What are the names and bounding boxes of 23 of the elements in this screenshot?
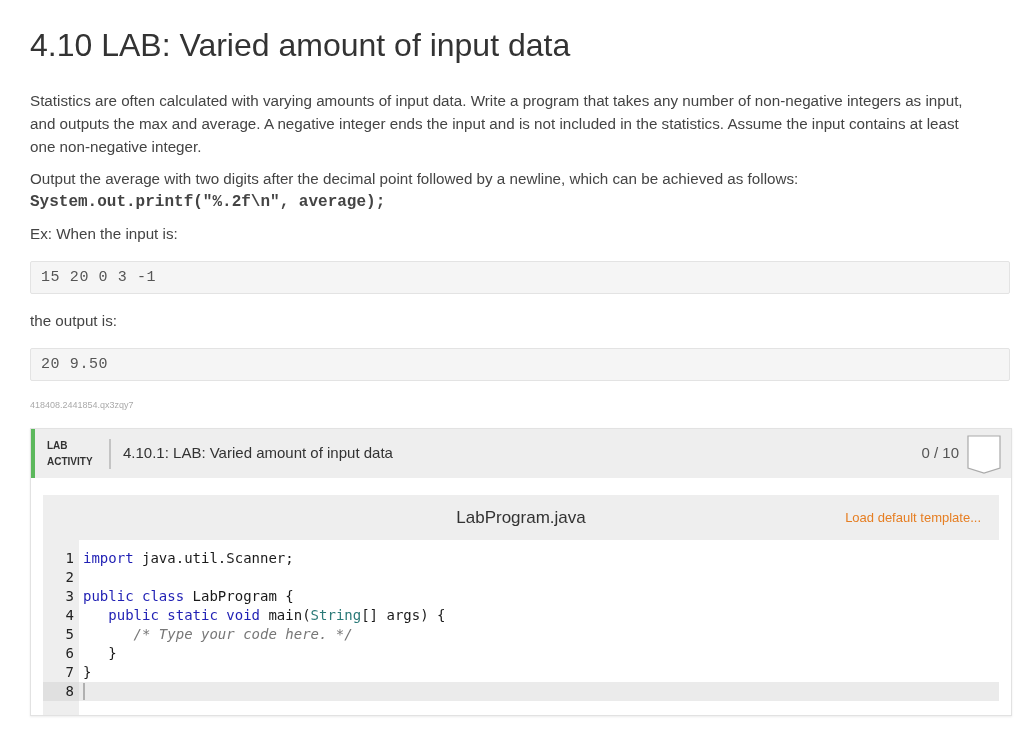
code-snippet: System.out.printf("%.2f\n", average); — [30, 192, 386, 213]
page-title: 4.10 LAB: Varied amount of input data — [30, 26, 571, 65]
text-cursor-icon — [83, 683, 85, 700]
badge-outline-icon — [967, 435, 1001, 474]
instructions-text: Statistics are often calculated with varying amounts of input data. Write a program that takes any number of non-negative integers as input, and outputs the max and average. A negative integer ends the input and is not included in the statistics. Assume the input contains at least one non-negative integer. — [30, 91, 964, 157]
activity-title: 4.10.1: LAB: Varied amount of input data — [123, 443, 393, 464]
example-input-text: 15 20 0 3 -1 — [30, 261, 1010, 294]
line-number: 8 — [43, 682, 79, 701]
example-output-text: 20 9.50 — [30, 348, 1010, 381]
code-line: public class LabProgram { — [83, 587, 294, 606]
activity-type-label: LAB ACTIVITY — [47, 438, 94, 469]
example-output-label: the output is: — [30, 311, 117, 331]
code-editor-field[interactable]: 1 import java.util.Scanner; 2 3 public class LabProgram { 4 public static void main(String[] args) { 5 /* Type your code here. */ 6 } 7 } 8 — [43, 540, 999, 715]
file-name: LabProgram.java — [456, 506, 586, 529]
example-input-label: Ex: When the input is: — [30, 224, 178, 244]
code-line: public static void main(String[] args) { — [107, 606, 446, 625]
format-note-text: Output the average with two digits after the decimal point followed by a newline, which can be achieved as follows: — [30, 169, 799, 189]
code-line: } — [107, 644, 117, 663]
code-line: import java.util.Scanner; — [83, 549, 294, 568]
code-line: /* Type your code here. */ — [132, 625, 353, 644]
code-line: } — [83, 663, 92, 682]
problem-id-text: 418408.2441854.qx3zqy7 — [30, 399, 134, 411]
score-text: 0 / 10 — [921, 443, 959, 464]
